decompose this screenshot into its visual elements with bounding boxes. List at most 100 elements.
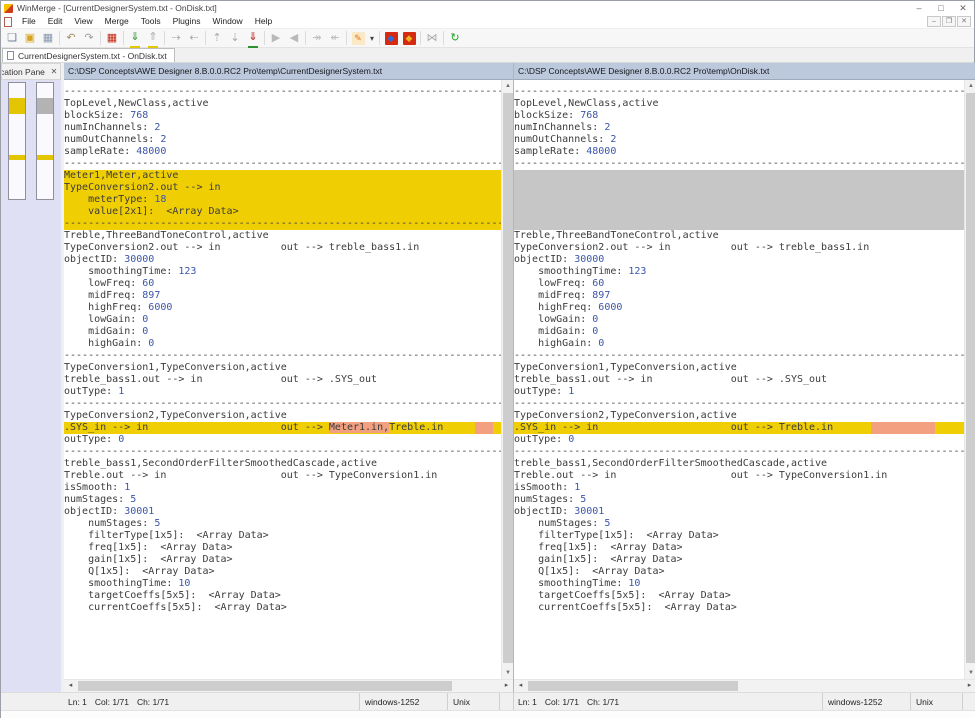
- code-line[interactable]: ----------------------------------------…: [64, 350, 501, 362]
- copy-to-right-button[interactable]: ▶: [267, 30, 285, 47]
- copy-left-advance-button[interactable]: ↞: [326, 30, 344, 47]
- code-line[interactable]: Q[1x5]: <Array Data>: [514, 566, 964, 578]
- code-line[interactable]: numStages: 5: [514, 518, 964, 530]
- code-line[interactable]: TypeConversion1,TypeConversion,active: [64, 362, 501, 374]
- difference-mark[interactable]: [37, 98, 53, 115]
- difference-mark[interactable]: [37, 155, 53, 160]
- code-line[interactable]: ----------------------------------------…: [514, 446, 964, 458]
- code-line[interactable]: TypeConversion2.out --> in out --> trebl…: [64, 242, 501, 254]
- menu-item-tools[interactable]: Tools: [135, 15, 167, 28]
- code-line[interactable]: highFreq: 6000: [64, 302, 501, 314]
- code-line[interactable]: freq[1x5]: <Array Data>: [64, 542, 501, 554]
- close-button[interactable]: ✕: [952, 2, 974, 15]
- code-line[interactable]: TypeConversion2,TypeConversion,active: [514, 410, 964, 422]
- code-line[interactable]: outType: 0: [514, 434, 964, 446]
- code-line[interactable]: treble_bass1.out --> in out --> .SYS_out: [64, 374, 501, 386]
- code-line[interactable]: lowGain: 0: [64, 314, 501, 326]
- code-line[interactable]: [514, 182, 964, 194]
- code-line[interactable]: [514, 206, 964, 218]
- code-line[interactable]: midGain: 0: [64, 326, 501, 338]
- code-line[interactable]: objectID: 30000: [514, 254, 964, 266]
- mdi-restore-button[interactable]: ❐: [942, 16, 956, 27]
- location-pane-close-icon[interactable]: ✕: [48, 67, 60, 76]
- code-line[interactable]: .SYS_in --> in out --> Meter1.in,Treble.…: [64, 422, 501, 434]
- scroll-left-icon[interactable]: ◂: [64, 680, 77, 692]
- code-line[interactable]: ----------------------------------------…: [514, 86, 964, 98]
- code-line[interactable]: lowFreq: 60: [64, 278, 501, 290]
- code-line[interactable]: midGain: 0: [514, 326, 964, 338]
- menu-item-file[interactable]: File: [16, 15, 42, 28]
- code-line[interactable]: Q[1x5]: <Array Data>: [64, 566, 501, 578]
- difference-mark[interactable]: [9, 98, 25, 115]
- code-line[interactable]: numStages: 5: [514, 494, 964, 506]
- tab-comparison[interactable]: CurrentDesignerSystem.txt - OnDisk.txt: [2, 48, 175, 62]
- code-line[interactable]: TopLevel,NewClass,active: [64, 98, 501, 110]
- code-line[interactable]: numOutChannels: 2: [514, 134, 964, 146]
- code-line[interactable]: [514, 170, 964, 182]
- code-line[interactable]: smoothingTime: 123: [514, 266, 964, 278]
- menu-item-merge[interactable]: Merge: [99, 15, 135, 28]
- code-line[interactable]: numOutChannels: 2: [64, 134, 501, 146]
- code-line[interactable]: filterType[1x5]: <Array Data>: [514, 530, 964, 542]
- code-line[interactable]: smoothingTime: 123: [64, 266, 501, 278]
- code-line[interactable]: isSmooth: 1: [514, 482, 964, 494]
- code-line[interactable]: numInChannels: 2: [514, 122, 964, 134]
- code-line[interactable]: [514, 218, 964, 230]
- previous-conflict-button[interactable]: ⇡: [208, 30, 226, 47]
- scroll-left-icon[interactable]: ◂: [514, 680, 527, 692]
- code-line[interactable]: ----------------------------------------…: [64, 158, 501, 170]
- location-bar-1[interactable]: [8, 82, 26, 200]
- copy-left-difference-button[interactable]: ⇠: [185, 30, 203, 47]
- code-line[interactable]: ----------------------------------------…: [64, 446, 501, 458]
- code-line[interactable]: gain[1x5]: <Array Data>: [514, 554, 964, 566]
- code-line[interactable]: highGain: 0: [514, 338, 964, 350]
- redo-button[interactable]: ↷: [80, 30, 98, 47]
- code-line[interactable]: TopLevel,NewClass,active: [514, 98, 964, 110]
- swap-panes-button[interactable]: ◆: [400, 30, 418, 47]
- new-button[interactable]: ❏: [3, 30, 21, 47]
- left-vertical-scrollbar[interactable]: ▲ ▼: [501, 80, 513, 679]
- next-conflict-button[interactable]: ⇣: [226, 30, 244, 47]
- minimize-button[interactable]: –: [908, 2, 930, 15]
- scroll-up-icon[interactable]: ▲: [502, 80, 513, 92]
- scroll-down-icon[interactable]: ▼: [965, 667, 975, 679]
- code-line[interactable]: objectID: 30001: [64, 506, 501, 518]
- scrollbar-thumb[interactable]: [528, 681, 738, 691]
- code-line[interactable]: blockSize: 768: [64, 110, 501, 122]
- code-line[interactable]: objectID: 30001: [514, 506, 964, 518]
- code-line[interactable]: sampleRate: 48000: [64, 146, 501, 158]
- code-line[interactable]: targetCoeffs[5x5]: <Array Data>: [64, 590, 501, 602]
- code-line[interactable]: TypeConversion2.out --> in: [64, 182, 501, 194]
- code-line[interactable]: objectID: 30000: [64, 254, 501, 266]
- open-button[interactable]: ▣: [21, 30, 39, 47]
- code-line[interactable]: ----------------------------------------…: [514, 158, 964, 170]
- code-line[interactable]: Treble,ThreeBandToneControl,active: [514, 230, 964, 242]
- code-line[interactable]: .SYS_in --> in out --> Treble.in: [514, 422, 964, 434]
- scrollbar-thumb[interactable]: [503, 93, 513, 663]
- code-line[interactable]: TypeConversion1,TypeConversion,active: [514, 362, 964, 374]
- mdi-close-button[interactable]: ✕: [957, 16, 971, 27]
- code-line[interactable]: isSmooth: 1: [64, 482, 501, 494]
- code-line[interactable]: ----------------------------------------…: [514, 350, 964, 362]
- code-line[interactable]: numStages: 5: [64, 494, 501, 506]
- code-line[interactable]: smoothingTime: 10: [514, 578, 964, 590]
- copy-to-left-button[interactable]: ◀: [285, 30, 303, 47]
- menu-item-edit[interactable]: Edit: [42, 15, 69, 28]
- undo-button[interactable]: ↶: [62, 30, 80, 47]
- menu-item-window[interactable]: Window: [206, 15, 248, 28]
- right-horizontal-scrollbar[interactable]: ◂ ▸: [514, 679, 975, 692]
- code-line[interactable]: gain[1x5]: <Array Data>: [64, 554, 501, 566]
- code-line[interactable]: outType: 1: [64, 386, 501, 398]
- code-line[interactable]: currentCoeffs[5x5]: <Array Data>: [64, 602, 501, 614]
- auto-merge-button[interactable]: ⇓: [244, 30, 262, 47]
- highlight-button[interactable]: ✎: [349, 30, 367, 47]
- code-line[interactable]: ----------------------------------------…: [64, 86, 501, 98]
- code-line[interactable]: TypeConversion2,TypeConversion,active: [64, 410, 501, 422]
- code-line[interactable]: filterType[1x5]: <Array Data>: [64, 530, 501, 542]
- menu-item-view[interactable]: View: [68, 15, 98, 28]
- copy-right-advance-button[interactable]: ↠: [308, 30, 326, 47]
- code-line[interactable]: numStages: 5: [64, 518, 501, 530]
- code-line[interactable]: freq[1x5]: <Array Data>: [514, 542, 964, 554]
- code-line[interactable]: highGain: 0: [64, 338, 501, 350]
- compare-button[interactable]: ◆: [382, 30, 400, 47]
